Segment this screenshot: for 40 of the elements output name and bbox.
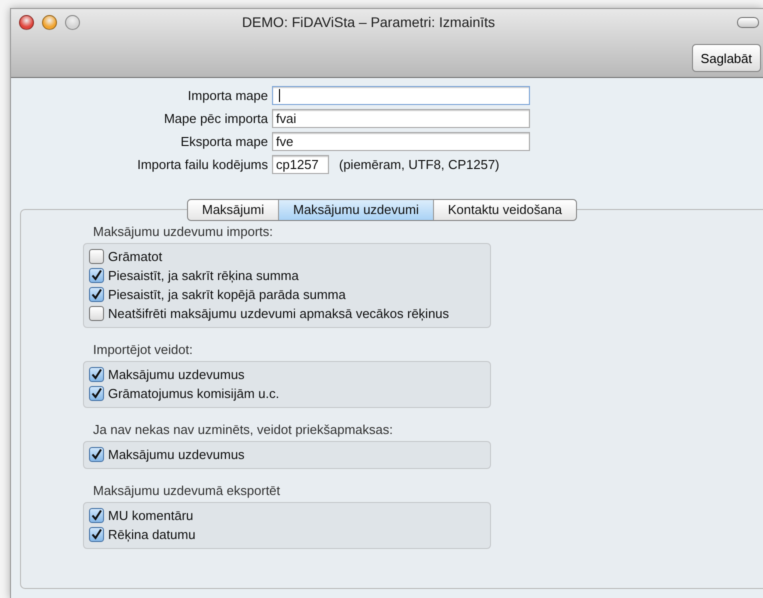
tab[interactable]: Maksājumu uzdevumi — [278, 200, 433, 220]
group-title: Importējot veidot: — [92, 342, 194, 359]
toolbar-toggle-icon[interactable] — [737, 16, 759, 28]
group-title: Maksājumu uzdevumā eksportēt — [92, 483, 282, 500]
checkbox-label: Rēķina datumu — [108, 527, 196, 542]
checkbox-label: Grāmatojumus komisijām u.c. — [108, 386, 280, 401]
tab[interactable]: Maksājumi — [188, 200, 278, 220]
group-title: Ja nav nekas nav uzminēts, veidot priekšapmaksas: — [92, 422, 394, 439]
checkbox-label: Piesaistīt, ja sakrīt rēķina summa — [108, 268, 299, 283]
input-field[interactable]: fvai — [272, 109, 530, 128]
save-button[interactable]: Saglabāt — [692, 44, 761, 72]
checkbox[interactable] — [89, 287, 104, 302]
checkbox-label: Maksājumu uzdevumus — [108, 447, 245, 462]
group-title: Maksājumu uzdevumu imports: — [92, 224, 274, 241]
format-hint: (piemēram, UTF8, CP1257) — [339, 157, 500, 172]
field-label: Importa failu kodējums — [136, 157, 268, 172]
checkbox[interactable] — [89, 367, 104, 382]
checkbox-label: Maksājumu uzdevumus — [108, 367, 245, 382]
checkbox[interactable] — [89, 508, 104, 523]
input-field[interactable]: fve — [272, 132, 530, 151]
checkbox[interactable] — [89, 249, 104, 264]
checkbox[interactable] — [89, 527, 104, 542]
field-label: Eksporta mape — [180, 134, 268, 149]
checkbox-label: MU komentāru — [108, 508, 194, 523]
tab[interactable]: Kontaktu veidošana — [432, 200, 576, 220]
zoom-button[interactable] — [65, 14, 80, 30]
checkbox-label: Neatšifrēti maksājumu uzdevumi apmaksā vecākos rēķinus — [108, 306, 450, 321]
minimize-button[interactable] — [42, 14, 57, 30]
checkbox-label: Grāmatot — [108, 249, 162, 264]
checkbox[interactable] — [89, 447, 104, 462]
checkbox[interactable] — [89, 306, 104, 321]
field-label: Importa mape — [186, 88, 268, 103]
window-title: DEMO: FiDAViSta – Parametri: Izmainīts — [240, 14, 496, 30]
checkbox[interactable] — [89, 386, 104, 401]
field-label: Mape pēc importa — [162, 111, 268, 126]
input-field[interactable] — [272, 86, 530, 105]
close-button[interactable] — [19, 14, 34, 30]
checkbox-label: Piesaistīt, ja sakrīt kopējā parāda summa — [108, 287, 346, 302]
input-field[interactable]: cp1257 — [272, 155, 329, 174]
checkbox[interactable] — [89, 268, 104, 283]
